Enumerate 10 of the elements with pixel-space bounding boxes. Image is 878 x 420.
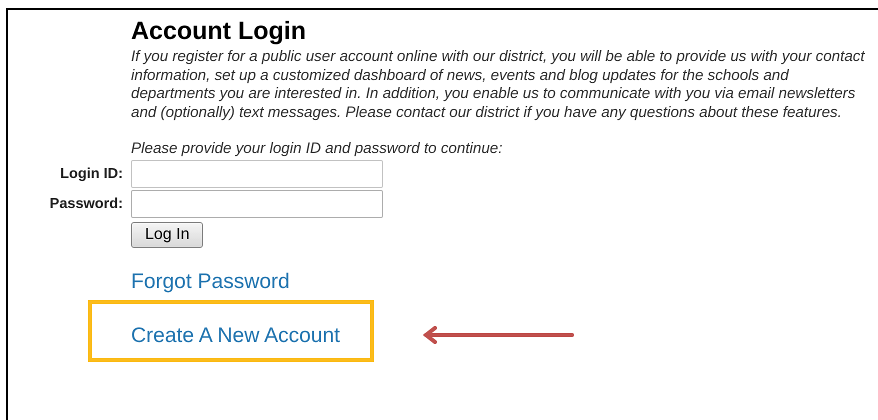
field-label: Login ID: xyxy=(59,166,123,182)
login-prompt: Please provide your login ID and password to continue: xyxy=(131,140,504,158)
password-field[interactable] xyxy=(131,190,383,218)
create-account-link[interactable]: Create A New Account xyxy=(131,314,340,348)
intro-paragraph: If you register for a public user account online with our district, you will be able to provide us with your contact information, set up a customized dashboard of news, events and blog updates for the schools and departments you are interested in. In addition, you enable us to communicate with you via email newsletters and (optionally) text messages. Please contact our district if you have any questions about these features. xyxy=(131,48,866,122)
login-button[interactable]: Log In xyxy=(131,222,204,248)
field-label: Password: xyxy=(48,196,123,212)
forgot-password-link[interactable]: Forgot Password xyxy=(131,270,290,294)
page-title: Account Login xyxy=(131,16,307,46)
login-id-field[interactable] xyxy=(131,160,383,188)
